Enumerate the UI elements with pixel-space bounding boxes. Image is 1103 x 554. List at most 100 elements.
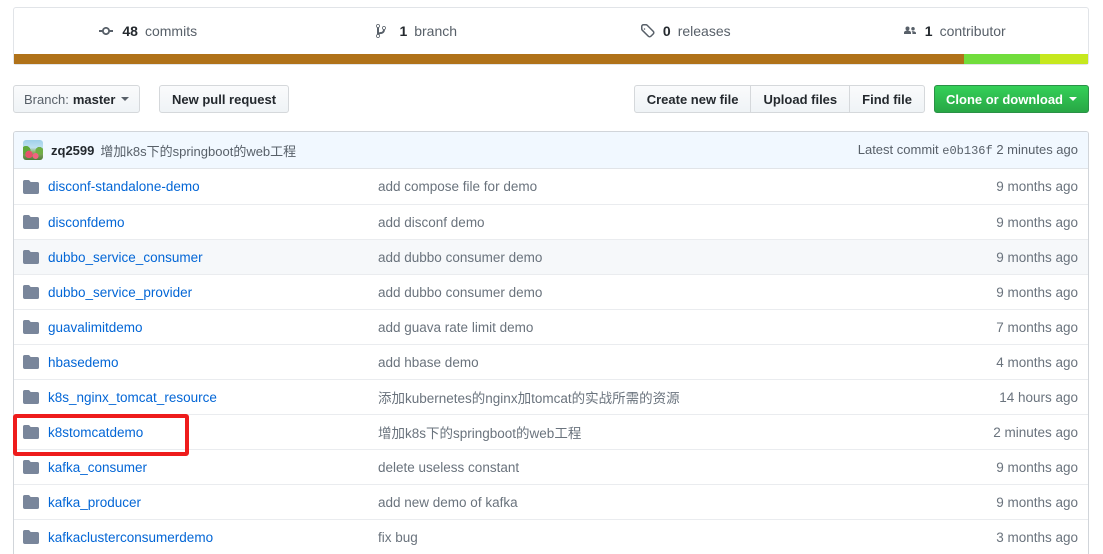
table-row[interactable]: kafkaclusterconsumerdemo fix bug 3 months … (14, 519, 1088, 554)
find-file-button[interactable]: Find file (849, 85, 925, 113)
table-row[interactable]: disconf-standalone-demo add compose file … (14, 169, 1088, 204)
tag-icon (640, 23, 656, 39)
commit-author-link[interactable]: zq2599 (51, 143, 94, 158)
avatar (23, 140, 43, 160)
commit-message-cell[interactable]: fix bug (378, 530, 996, 545)
chevron-down-icon (1069, 97, 1077, 101)
commit-time-cell: 9 months ago (996, 459, 1078, 475)
file-name-cell: k8s_nginx_tomcat_resource (23, 389, 378, 405)
folder-icon (23, 389, 39, 405)
commit-message-cell[interactable]: delete useless constant (378, 460, 996, 475)
repository-page: 48 commits 1 branch 0 releases 1 contributor Br… (0, 0, 1103, 554)
file-name-cell: dubbo_service_consumer (23, 249, 378, 265)
folder-icon (23, 424, 39, 440)
commit-time-cell: 2 minutes ago (993, 424, 1078, 440)
commit-time-cell: 9 months ago (996, 249, 1078, 265)
commit-message[interactable]: 增加k8s下的springboot的web工程 (100, 141, 296, 160)
commit-time-cell: 14 hours ago (999, 389, 1078, 405)
commit-time: 2 minutes ago (996, 142, 1078, 157)
table-row[interactable]: dubbo_service_consumer add dubbo consumer… (14, 239, 1088, 274)
upload-files-button[interactable]: Upload files (750, 85, 850, 113)
stat-label: commits (144, 23, 198, 39)
repository-stats-row: 48 commits 1 branch 0 releases 1 contributor (14, 8, 1088, 54)
file-name-cell: hbasedemo (23, 354, 378, 370)
stat-label: branch (414, 23, 458, 39)
contributors-stat[interactable]: 1 contributor (820, 23, 1089, 39)
commit-time-cell: 3 months ago (996, 529, 1078, 545)
create-new-file-button[interactable]: Create new file (633, 85, 751, 113)
clone-or-download-button[interactable]: Clone or download (934, 85, 1089, 113)
table-row[interactable]: disconfdemo add disconf demo 9 months ago (14, 204, 1088, 239)
file-name-link[interactable]: dubbo_service_consumer (48, 250, 203, 265)
commit-message-cell[interactable]: 添加kubernetes的nginx加tomcat的实战所需的资源 (378, 387, 999, 407)
commit-message-cell[interactable]: add dubbo consumer demo (378, 250, 996, 265)
branches-stat[interactable]: 1 branch (283, 23, 552, 39)
commit-message-cell[interactable]: add hbase demo (378, 355, 996, 370)
folder-icon (23, 214, 39, 230)
folder-icon (23, 179, 39, 195)
file-name-link[interactable]: disconf-standalone-demo (48, 179, 200, 194)
branch-name-label: master (72, 91, 116, 107)
commit-message-cell[interactable]: add disconf demo (378, 215, 996, 230)
file-rows-container: disconf-standalone-demo add compose file … (14, 169, 1088, 554)
file-name-cell: disconfdemo (23, 214, 378, 230)
chevron-down-icon (121, 97, 130, 101)
commit-time-cell: 9 months ago (996, 214, 1078, 230)
file-name-link[interactable]: dubbo_service_provider (48, 285, 192, 300)
branch-selector-button[interactable]: Branch: master (13, 85, 141, 113)
commit-message-cell[interactable]: add new demo of kafka (378, 495, 996, 510)
commit-time-cell: 9 months ago (996, 179, 1078, 194)
language-bar (14, 54, 1088, 64)
file-name-link[interactable]: guavalimitdemo (48, 320, 143, 335)
file-name-cell: kafkaclusterconsumerdemo (23, 529, 378, 545)
stat-value: 1 (924, 23, 933, 39)
language-segment-2 (964, 54, 1040, 64)
file-name-link[interactable]: disconfdemo (48, 215, 125, 230)
repository-stats-card: 48 commits 1 branch 0 releases 1 contributor (13, 7, 1089, 65)
commits-stat[interactable]: 48 commits (14, 23, 283, 39)
table-row[interactable]: dubbo_service_provider add dubbo consumer… (14, 274, 1088, 309)
new-pull-request-button[interactable]: New pull request (159, 85, 290, 113)
commit-time-cell: 9 months ago (996, 284, 1078, 300)
latest-commit-bar: zq2599 增加k8s下的springboot的web工程 Latest co… (14, 132, 1088, 169)
folder-icon (23, 249, 39, 265)
folder-icon (23, 529, 39, 545)
commit-time-cell: 7 months ago (996, 319, 1078, 335)
folder-icon (23, 459, 39, 475)
folder-icon (23, 319, 39, 335)
file-name-link[interactable]: k8s_nginx_tomcat_resource (48, 390, 217, 405)
commit-message-cell[interactable]: add dubbo consumer demo (378, 285, 996, 300)
table-row[interactable]: kafka_producer add new demo of kafka 9 mon… (14, 484, 1088, 519)
file-name-cell: dubbo_service_provider (23, 284, 378, 300)
table-row[interactable]: k8stomcatdemo 增加k8s下的springboot的web工程 2 mi… (14, 414, 1088, 449)
branch-prefix-label: Branch: (24, 91, 69, 107)
language-segment-1 (14, 54, 965, 64)
table-row[interactable]: kafka_consumer delete useless constant 9 m… (14, 449, 1088, 484)
toolbar-right-group: Create new file Upload files Find file C… (633, 85, 1089, 113)
commit-message-cell[interactable]: add compose file for demo (378, 179, 996, 194)
latest-commit-info: Latest commit e0b136f 2 minutes ago (858, 142, 1078, 158)
file-name-link[interactable]: hbasedemo (48, 355, 119, 370)
stat-label: contributor (939, 23, 1006, 39)
table-row[interactable]: hbasedemo add hbase demo 4 months ago (14, 344, 1088, 379)
commit-time-cell: 4 months ago (996, 354, 1078, 370)
table-row[interactable]: guavalimitdemo add guava rate limit demo 7… (14, 309, 1088, 344)
folder-icon (23, 494, 39, 510)
language-segment-3 (1039, 54, 1088, 64)
table-row[interactable]: k8s_nginx_tomcat_resource 添加kubernetes的ng… (14, 379, 1088, 414)
file-actions-group: Create new file Upload files Find file (633, 85, 925, 113)
folder-icon (23, 354, 39, 370)
stat-label: releases (677, 23, 731, 39)
repository-toolbar: Branch: master New pull request Create ne… (13, 85, 1089, 115)
commit-message-cell[interactable]: add guava rate limit demo (378, 320, 996, 335)
stat-value: 48 (122, 23, 138, 39)
git-branch-icon (376, 23, 392, 39)
file-name-link[interactable]: kafka_consumer (48, 460, 147, 475)
commit-message-cell[interactable]: 增加k8s下的springboot的web工程 (378, 422, 993, 442)
commit-sha-link[interactable]: e0b136f (942, 144, 992, 158)
releases-stat[interactable]: 0 releases (551, 23, 820, 39)
file-name-link[interactable]: k8stomcatdemo (48, 425, 143, 440)
file-name-link[interactable]: kafkaclusterconsumerdemo (48, 530, 213, 545)
file-name-cell: kafka_consumer (23, 459, 378, 475)
file-name-link[interactable]: kafka_producer (48, 495, 141, 510)
